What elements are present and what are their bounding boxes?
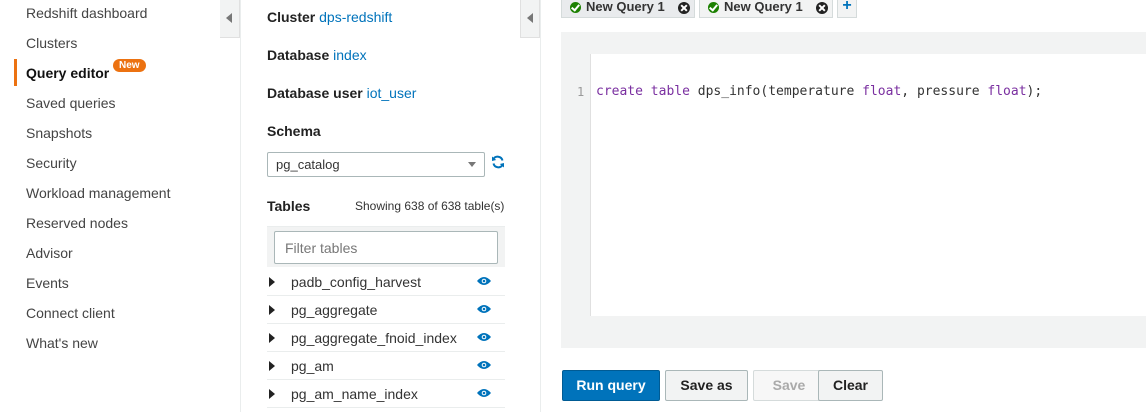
new-badge: New <box>113 59 146 72</box>
table-row[interactable]: padb_config_harvest <box>267 268 505 296</box>
database-user-link[interactable]: iot_user <box>367 85 417 101</box>
cluster-field: Cluster dps-redshift <box>267 9 392 25</box>
eye-icon[interactable] <box>477 360 491 370</box>
expand-arrow-icon[interactable] <box>269 277 275 287</box>
expand-arrow-icon[interactable] <box>269 333 275 343</box>
tables-count: Showing 638 of 638 table(s) <box>355 199 505 213</box>
eye-icon[interactable] <box>477 332 491 342</box>
nav-item-clusters[interactable]: Clusters <box>26 33 77 53</box>
eye-icon[interactable] <box>477 304 491 314</box>
expand-arrow-icon[interactable] <box>269 305 275 315</box>
sql-keyword: float <box>987 84 1027 99</box>
nav-item-connect-client[interactable]: Connect client <box>26 303 115 323</box>
expand-arrow-icon[interactable] <box>269 389 275 399</box>
schema-panel: Cluster dps-redshift Database index Data… <box>240 0 522 412</box>
filter-tables-input[interactable] <box>274 231 498 264</box>
line-number: 1 <box>577 85 585 99</box>
nav-item-snapshots[interactable]: Snapshots <box>26 123 92 143</box>
active-indicator <box>14 59 17 86</box>
run-query-button[interactable]: Run query <box>562 370 660 401</box>
table-name: pg_aggregate <box>291 302 378 318</box>
collapse-navigation-button[interactable] <box>220 0 240 38</box>
editor-container: 1 create table dps_info(temperature floa… <box>561 32 1146 348</box>
cluster-label: Cluster <box>267 9 316 25</box>
nav-item-events[interactable]: Events <box>26 273 69 293</box>
tab-label: New Query 1 <box>586 0 665 14</box>
refresh-icon[interactable] <box>491 155 505 169</box>
sql-keyword: float <box>862 84 902 99</box>
table-row[interactable]: pg_am <box>267 352 505 380</box>
tab-new-query-1-second[interactable]: New Query 1 <box>699 0 833 18</box>
sql-editor[interactable]: 1 create table dps_info(temperature floa… <box>577 54 1146 316</box>
add-tab-button[interactable]: + <box>837 0 857 18</box>
expand-arrow-icon[interactable] <box>269 361 275 371</box>
table-name: pg_aggregate_fnoid_index <box>291 330 457 346</box>
nav-item-security[interactable]: Security <box>26 153 77 173</box>
table-name: pg_am <box>291 358 334 374</box>
cluster-link[interactable]: dps-redshift <box>319 9 392 25</box>
nav-item-whats-new[interactable]: What's new <box>26 333 98 353</box>
side-navigation: Redshift dashboard Clusters Query editor… <box>0 0 220 412</box>
nav-item-saved-queries[interactable]: Saved queries <box>26 93 116 113</box>
check-circle-icon <box>708 2 719 13</box>
nav-item-reserved-nodes[interactable]: Reserved nodes <box>26 213 128 233</box>
close-icon[interactable] <box>678 2 690 14</box>
schema-heading: Schema <box>267 123 321 139</box>
sql-code[interactable]: create table dps_info(temperature float,… <box>596 84 1042 99</box>
save-button: Save <box>753 370 825 401</box>
table-name: pg_am_name_index <box>291 386 418 402</box>
close-icon[interactable] <box>816 2 828 14</box>
sql-keyword: create <box>596 84 643 99</box>
collapse-schema-panel-button[interactable] <box>520 0 540 38</box>
schema-select[interactable]: pg_catalog <box>267 152 485 177</box>
clear-button[interactable]: Clear <box>818 370 883 401</box>
save-as-button[interactable]: Save as <box>665 370 748 401</box>
table-name: padb_config_harvest <box>291 274 421 290</box>
query-editor-area: New Query 1 New Query 1 + 1 create table… <box>540 0 1146 412</box>
filter-container <box>267 226 505 267</box>
chevron-down-icon <box>468 162 476 167</box>
table-row[interactable]: pg_am_name_index <box>267 380 505 408</box>
table-row[interactable]: pg_aggregate <box>267 296 505 324</box>
database-user-field: Database user iot_user <box>267 85 416 101</box>
schema-selected-value: pg_catalog <box>276 157 340 172</box>
eye-icon[interactable] <box>477 388 491 398</box>
tab-new-query-1[interactable]: New Query 1 <box>561 0 695 18</box>
tables-heading: Tables <box>267 198 311 214</box>
tab-label: New Query 1 <box>724 0 803 14</box>
database-field: Database index <box>267 47 367 63</box>
check-circle-icon <box>570 2 581 13</box>
database-user-label: Database user <box>267 85 363 101</box>
sql-keyword: table <box>650 84 690 99</box>
nav-item-query-editor[interactable]: Query editor <box>26 63 109 83</box>
table-row[interactable]: pg_aggregate_fnoid_index <box>267 324 505 352</box>
nav-item-advisor[interactable]: Advisor <box>26 243 73 263</box>
nav-item-workload-management[interactable]: Workload management <box>26 183 170 203</box>
database-label: Database <box>267 47 330 63</box>
eye-icon[interactable] <box>477 276 491 286</box>
database-link[interactable]: index <box>333 47 366 63</box>
nav-item-redshift-dashboard[interactable]: Redshift dashboard <box>26 3 147 23</box>
